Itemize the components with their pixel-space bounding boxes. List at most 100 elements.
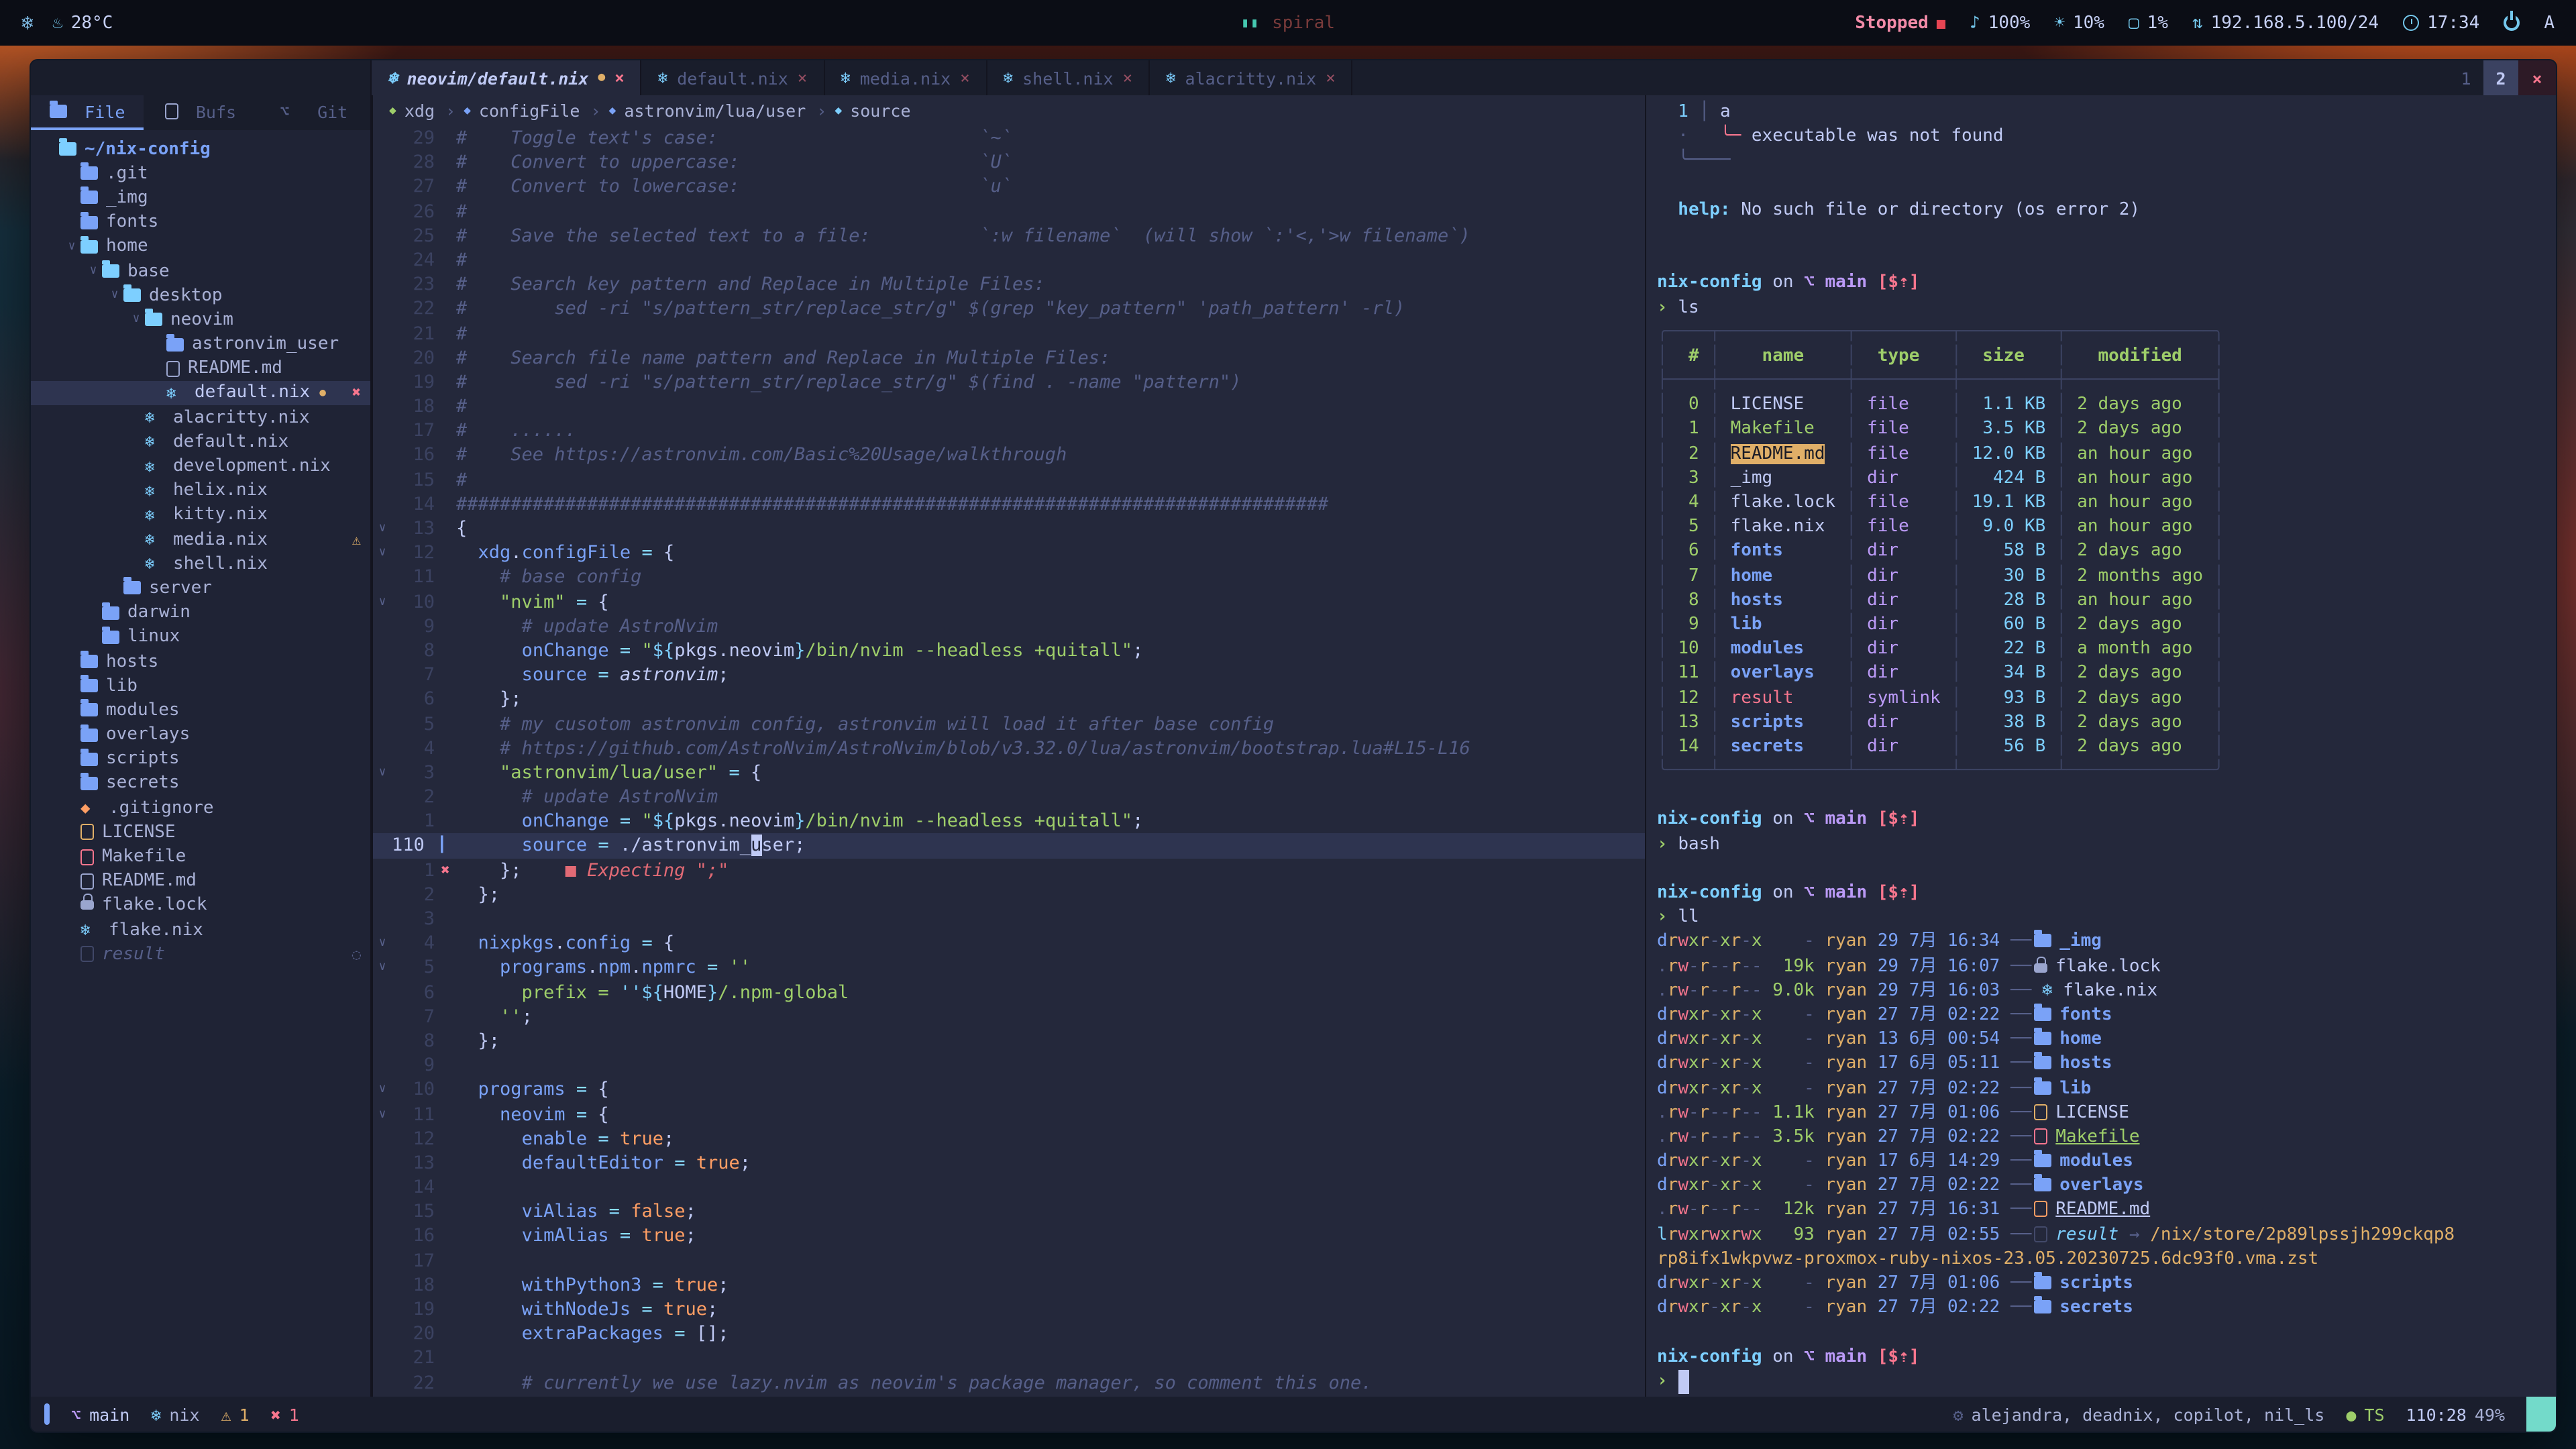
code-line[interactable]: 28 # Convert to uppercase: `U` xyxy=(373,150,1645,174)
code-line[interactable]: 29 # Toggle text's case: `~` xyxy=(373,126,1645,150)
volume-widget[interactable]: ♪ 100% xyxy=(1970,13,2030,33)
fold-icon[interactable] xyxy=(373,419,392,443)
code-line[interactable]: 17 # ...... xyxy=(373,419,1645,443)
fold-icon[interactable]: ∨ xyxy=(373,590,392,614)
close-tab-icon[interactable]: × xyxy=(2518,60,2556,95)
fold-icon[interactable]: ∨ xyxy=(373,541,392,565)
code-line[interactable]: ∨ 10 "nvim" = { xyxy=(373,590,1645,614)
code-line[interactable]: 3 xyxy=(373,907,1645,931)
code-line[interactable]: 5 # my cusotom astronvim config, astronv… xyxy=(373,712,1645,736)
fold-icon[interactable] xyxy=(373,712,392,736)
scrollbar-indicator[interactable] xyxy=(2526,1397,2556,1432)
tree-item[interactable]: fonts xyxy=(31,210,370,234)
temperature-widget[interactable]: ♨ 28°C xyxy=(52,13,113,33)
code-line[interactable]: 1 onChange = "${pkgs.neovim}/bin/nvim --… xyxy=(373,810,1645,834)
code-line[interactable]: ∨ 13 { xyxy=(373,517,1645,541)
fold-icon[interactable]: ∨ xyxy=(373,1102,392,1126)
code-line[interactable]: 4 # https://github.com/AstroNvim/AstroNv… xyxy=(373,736,1645,760)
fold-icon[interactable] xyxy=(373,224,392,248)
code-line[interactable]: 23 # Search key pattern and Replace in M… xyxy=(373,272,1645,297)
code-line[interactable]: 27 # Convert to lowercase: `u` xyxy=(373,175,1645,199)
code-line[interactable]: 21 xyxy=(373,1346,1645,1371)
code-line[interactable]: 16 vimAlias = true; xyxy=(373,1224,1645,1248)
tree-item[interactable]: modules xyxy=(31,698,370,722)
tree-item[interactable]: ❄ kitty.nix xyxy=(31,503,370,527)
tree-item[interactable]: Makefile xyxy=(31,845,370,869)
fold-icon[interactable] xyxy=(373,443,392,468)
fold-icon[interactable] xyxy=(373,1297,392,1322)
code-line[interactable]: 25 # Save the selected text to a file: `… xyxy=(373,224,1645,248)
close-buffer-icon[interactable]: × xyxy=(1123,68,1132,87)
fold-icon[interactable]: ∨ xyxy=(373,931,392,955)
fold-icon[interactable] xyxy=(373,785,392,809)
code-line[interactable]: ∨ 3 "astronvim/lua/user" = { xyxy=(373,761,1645,785)
tabpage[interactable]: 1 xyxy=(2449,60,2483,95)
code-line[interactable]: 18 # xyxy=(373,394,1645,419)
code-line[interactable]: 21 # xyxy=(373,321,1645,345)
expander-icon[interactable]: ∨ xyxy=(85,264,102,278)
code-line[interactable]: ∨ 5 programs.npm.npmrc = '' xyxy=(373,956,1645,980)
fold-icon[interactable] xyxy=(373,126,392,150)
close-buffer-icon[interactable]: × xyxy=(1326,68,1335,87)
fold-icon[interactable] xyxy=(373,1273,392,1297)
tree-item[interactable]: darwin xyxy=(31,600,370,625)
code-line[interactable]: 18 withPython3 = true; xyxy=(373,1273,1645,1297)
tree-item[interactable]: ∨ neovim xyxy=(31,308,370,332)
tree-item[interactable]: README.md xyxy=(31,869,370,893)
code-line[interactable]: ∨ 10 programs = { xyxy=(373,1078,1645,1102)
recording-status-widget[interactable]: Stopped ■ xyxy=(1855,13,1945,33)
fold-icon[interactable] xyxy=(373,468,392,492)
code-line[interactable]: 13 defaultEditor = true; xyxy=(373,1151,1645,1175)
fold-icon[interactable] xyxy=(373,1175,392,1199)
fold-icon[interactable] xyxy=(373,1151,392,1175)
code-line[interactable]: 7 ''; xyxy=(373,1005,1645,1029)
tree-item[interactable]: README.md xyxy=(31,356,370,380)
code-line[interactable]: 2 # update AstroNvim xyxy=(373,785,1645,809)
code-line[interactable]: 9 xyxy=(373,1053,1645,1077)
fold-icon[interactable] xyxy=(373,199,392,223)
explorer-source-tab[interactable]: ⌥ Git xyxy=(257,95,370,130)
fold-icon[interactable] xyxy=(373,321,392,345)
code-line[interactable]: 20 # Search file name pattern and Replac… xyxy=(373,345,1645,370)
diagnostic-warnings[interactable]: ⚠ 1 xyxy=(221,1404,250,1424)
close-buffer-icon[interactable]: × xyxy=(960,68,969,87)
fold-icon[interactable]: ∨ xyxy=(373,761,392,785)
code-line[interactable]: 8 onChange = "${pkgs.neovim}/bin/nvim --… xyxy=(373,639,1645,663)
fold-icon[interactable] xyxy=(373,663,392,687)
fold-icon[interactable] xyxy=(373,736,392,760)
breadcrumb-item[interactable]: › ◆ configFile xyxy=(445,101,580,121)
tree-item[interactable]: ~/nix-config xyxy=(31,137,370,161)
media-widget[interactable]: ▮▮ spiral xyxy=(1241,13,1335,33)
nixos-logo-icon[interactable]: ❄ xyxy=(21,11,34,35)
code-line[interactable]: 26 # xyxy=(373,199,1645,223)
tree-item[interactable]: secrets xyxy=(31,771,370,796)
tree-item[interactable]: ❄ default.nix ● ✖ xyxy=(31,381,370,405)
fold-icon[interactable] xyxy=(373,345,392,370)
fold-icon[interactable] xyxy=(373,175,392,199)
fold-icon[interactable] xyxy=(373,1053,392,1077)
fold-icon[interactable] xyxy=(373,1005,392,1029)
buffer-tab[interactable]: ❄ media.nix × xyxy=(824,60,987,95)
brightness-widget[interactable]: ☀ 10% xyxy=(2054,13,2104,33)
fold-icon[interactable] xyxy=(373,1322,392,1346)
fold-icon[interactable] xyxy=(373,297,392,321)
fold-icon[interactable] xyxy=(373,248,392,272)
code-line[interactable]: 8 }; xyxy=(373,1029,1645,1053)
code-line[interactable]: 15 viAlias = false; xyxy=(373,1200,1645,1224)
fold-icon[interactable] xyxy=(373,1248,392,1273)
tree-item[interactable]: .git xyxy=(31,161,370,185)
code-buffer[interactable]: 29 # Toggle text's case: `~` 28 # Conver… xyxy=(373,126,1645,1397)
tree-item[interactable]: ❄ shell.nix xyxy=(31,551,370,576)
tabpage[interactable]: 2 xyxy=(2483,60,2518,95)
code-line[interactable]: 15 # xyxy=(373,468,1645,492)
tree-item[interactable]: flake.lock xyxy=(31,894,370,918)
code-line[interactable]: 11 # base config xyxy=(373,566,1645,590)
tree-item[interactable]: ❄ flake.nix xyxy=(31,918,370,942)
fold-icon[interactable] xyxy=(373,639,392,663)
fold-icon[interactable] xyxy=(373,1126,392,1150)
code-line[interactable]: 19 # sed -ri "s/pattern_str/replace_str/… xyxy=(373,370,1645,394)
code-line[interactable]: 24 # xyxy=(373,248,1645,272)
fold-icon[interactable] xyxy=(373,907,392,931)
tree-item[interactable]: result ◌ xyxy=(31,942,370,966)
fold-icon[interactable] xyxy=(373,492,392,517)
